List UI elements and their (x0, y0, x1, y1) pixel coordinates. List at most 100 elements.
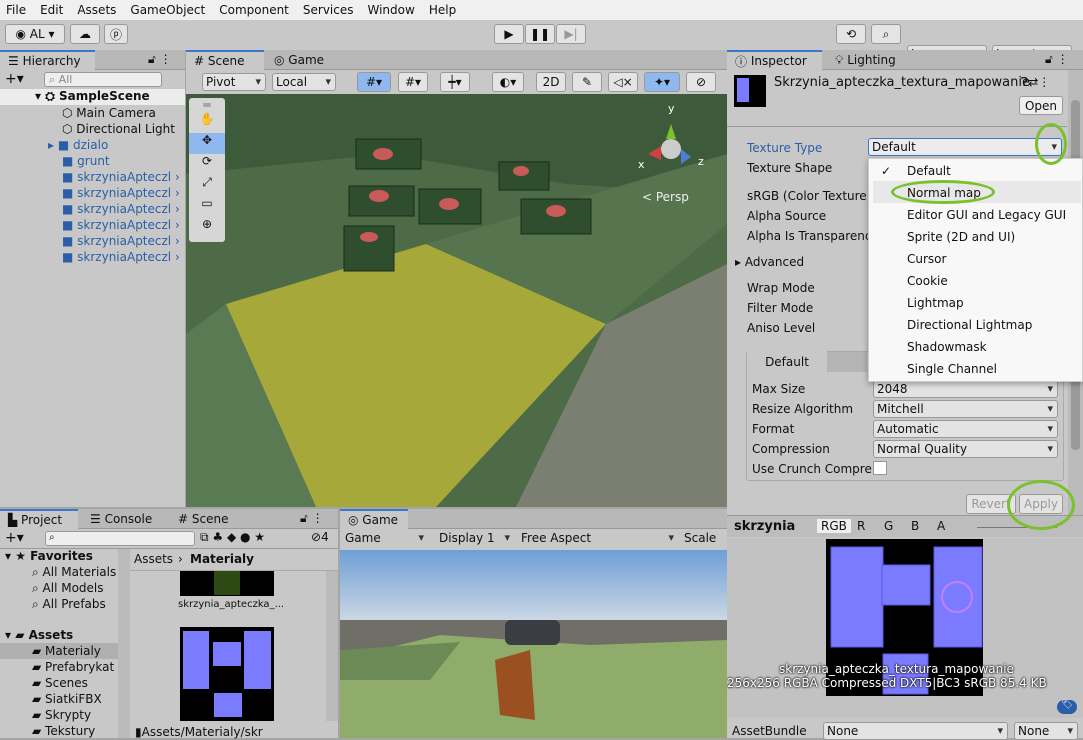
collab-icon[interactable]: ⓟ (104, 24, 128, 44)
asset-thumbnail[interactable] (180, 571, 274, 596)
folder-item[interactable]: ▰ Scenes (32, 676, 88, 690)
list-item[interactable]: ■ skrzyniaApteczl › (62, 202, 180, 216)
ruler-icon[interactable]: ┿▾ (440, 72, 470, 92)
game-mode-dropdown[interactable]: Game (342, 530, 428, 548)
local-dropdown[interactable]: Local (272, 73, 336, 91)
project-search-input[interactable]: ⌕ (45, 531, 195, 546)
tab-project[interactable]: ▙ Project (0, 509, 78, 529)
channel-g[interactable]: G (884, 519, 893, 533)
grid-scrollbar[interactable] (326, 571, 338, 721)
list-item[interactable]: ▸ ■ dzialo (48, 138, 108, 152)
effects-icon[interactable]: ✦▾ (644, 72, 680, 92)
hidden-count[interactable]: ⊘4 (311, 530, 329, 544)
tab-console[interactable]: ☰ Console (82, 509, 160, 529)
crunch-checkbox[interactable] (873, 461, 887, 475)
audio-icon[interactable]: ◁× (608, 72, 638, 92)
fav-item[interactable]: ⌕ All Prefabs (32, 597, 106, 612)
account-dropdown[interactable]: ◉ AL ▾ (5, 24, 65, 44)
menu-option[interactable]: Lightmap (907, 296, 964, 310)
folder-item[interactable]: ▰ Tekstury (32, 724, 95, 738)
aspect-dropdown[interactable]: Free Aspect (518, 530, 678, 548)
list-item[interactable]: ■ skrzyniaApteczl › (62, 250, 180, 264)
fav-item[interactable]: ⌕ All Materials (32, 565, 116, 580)
menu-option[interactable]: Cookie (907, 274, 948, 288)
menu-option[interactable]: Shadowmask (907, 340, 987, 354)
channel-b[interactable]: B (911, 519, 919, 533)
list-item[interactable]: ■ skrzyniaApteczl › (62, 186, 180, 200)
pause-button[interactable]: ❚❚ (525, 24, 555, 44)
channel-r[interactable]: R (857, 519, 865, 533)
scale-tool-icon[interactable]: ⤢ (189, 175, 225, 196)
tab-game[interactable]: ◎ Game (266, 50, 332, 70)
hierarchy-search-input[interactable]: ⌕ All (44, 72, 162, 87)
favorites-foldout[interactable]: ▾ ★ Favorites (5, 549, 93, 563)
tab-platform-default[interactable]: Default (747, 351, 827, 373)
menu-window[interactable]: Window (368, 3, 415, 17)
channel-rgb[interactable]: RGB (817, 519, 851, 533)
game-viewport[interactable] (340, 550, 727, 738)
tag-icon[interactable]: 🏷︎ (1057, 700, 1077, 714)
list-item[interactable]: ⬡ Directional Light (62, 122, 175, 136)
fav-item[interactable]: ⌕ All Models (32, 581, 104, 596)
max-size-dropdown[interactable]: 2048 (873, 380, 1058, 398)
increment-snap-icon[interactable]: #▾ (398, 72, 428, 92)
menu-option[interactable]: Editor GUI and Legacy GUI (907, 208, 1066, 222)
lock-icon[interactable]: 🔓︎ ⋮ (148, 52, 172, 67)
breadcrumb-materialy[interactable]: Materialy (190, 552, 254, 566)
list-item[interactable]: ■ skrzyniaApteczl › (62, 234, 180, 248)
tab-scene-2[interactable]: # Scene (170, 509, 236, 529)
grid-snap-icon[interactable]: #▾ (357, 72, 391, 92)
transform-tool-icon[interactable]: ⊕ (189, 217, 225, 238)
tree-scrollbar[interactable] (118, 549, 130, 738)
list-item[interactable]: ■ skrzyniaApteczl › (62, 170, 180, 184)
rect-tool-icon[interactable]: ▭ (189, 196, 225, 217)
move-tool-icon[interactable]: ✥ (189, 133, 225, 154)
tab-scene[interactable]: # Scene (186, 50, 264, 70)
toggle-2d-button[interactable]: 2D (536, 72, 566, 92)
resize-dropdown[interactable]: Mitchell (873, 400, 1058, 418)
add-button[interactable]: +▾ (5, 71, 24, 87)
shading-icon[interactable]: ◐▾ (492, 72, 524, 92)
menu-option[interactable]: Single Channel (907, 362, 997, 376)
menu-option[interactable]: Sprite (2D and UI) (907, 230, 1015, 244)
compression-dropdown[interactable]: Normal Quality (873, 440, 1058, 458)
tab-lighting[interactable]: 💡︎ Lighting (827, 50, 904, 70)
list-item[interactable]: ■ grunt (62, 154, 110, 168)
scale-label[interactable]: Scale (684, 531, 716, 545)
scene-row[interactable]: ▾ ⛭ SampleScene (0, 89, 185, 105)
list-item[interactable]: ■ skrzyniaApteczl › (62, 218, 180, 232)
folder-item[interactable]: ▰ Materialy (32, 644, 101, 658)
scene-viewport[interactable]: y x z < Persp (186, 94, 727, 507)
menu-option[interactable]: Directional Lightmap (907, 318, 1032, 332)
menu-option[interactable]: Cursor (907, 252, 946, 266)
rotate-tool-icon[interactable]: ⟳ (189, 154, 225, 175)
format-dropdown[interactable]: Automatic (873, 420, 1058, 438)
menu-file[interactable]: File (6, 3, 26, 17)
cloud-icon[interactable]: ☁ (70, 24, 100, 44)
display-dropdown[interactable]: Display 1 (436, 530, 514, 548)
channel-a[interactable]: A (937, 519, 945, 533)
asset-thumbnail-normal[interactable] (180, 627, 274, 721)
advanced-foldout[interactable]: ▸ Advanced (735, 255, 804, 269)
step-button[interactable]: ▶| (556, 24, 586, 44)
lock-icon[interactable]: 🔓︎ ⋮ (300, 511, 324, 526)
menu-assets[interactable]: Assets (77, 3, 116, 17)
monitor-icon[interactable] (827, 352, 867, 372)
lock-icon[interactable]: 🔓︎ ⋮ (1045, 52, 1069, 67)
tab-inspector[interactable]: ⓘ Inspector (727, 50, 822, 70)
folder-item[interactable]: ▰ Prefabrykat (32, 660, 114, 674)
hand-tool-icon[interactable]: ✋ (189, 112, 225, 133)
breadcrumb-assets[interactable]: Assets (134, 552, 173, 566)
menu-gameobject[interactable]: GameObject (130, 3, 205, 17)
menu-edit[interactable]: Edit (40, 3, 63, 17)
help-icon[interactable]: ❓︎⇄⋮ (1021, 75, 1050, 90)
folder-item[interactable]: ▰ SiatkiFBX (32, 692, 102, 706)
visibility-icon[interactable]: ⊘ (686, 72, 716, 92)
search-icon[interactable]: ⌕ (871, 24, 901, 44)
play-button[interactable]: ▶ (494, 24, 524, 44)
tab-game-view[interactable]: ◎ Game (340, 509, 408, 529)
history-icon[interactable]: ⟲ (836, 24, 866, 44)
texture-type-dropdown[interactable]: Default (868, 138, 1062, 156)
open-button[interactable]: Open (1019, 96, 1063, 115)
menu-help[interactable]: Help (429, 3, 456, 17)
